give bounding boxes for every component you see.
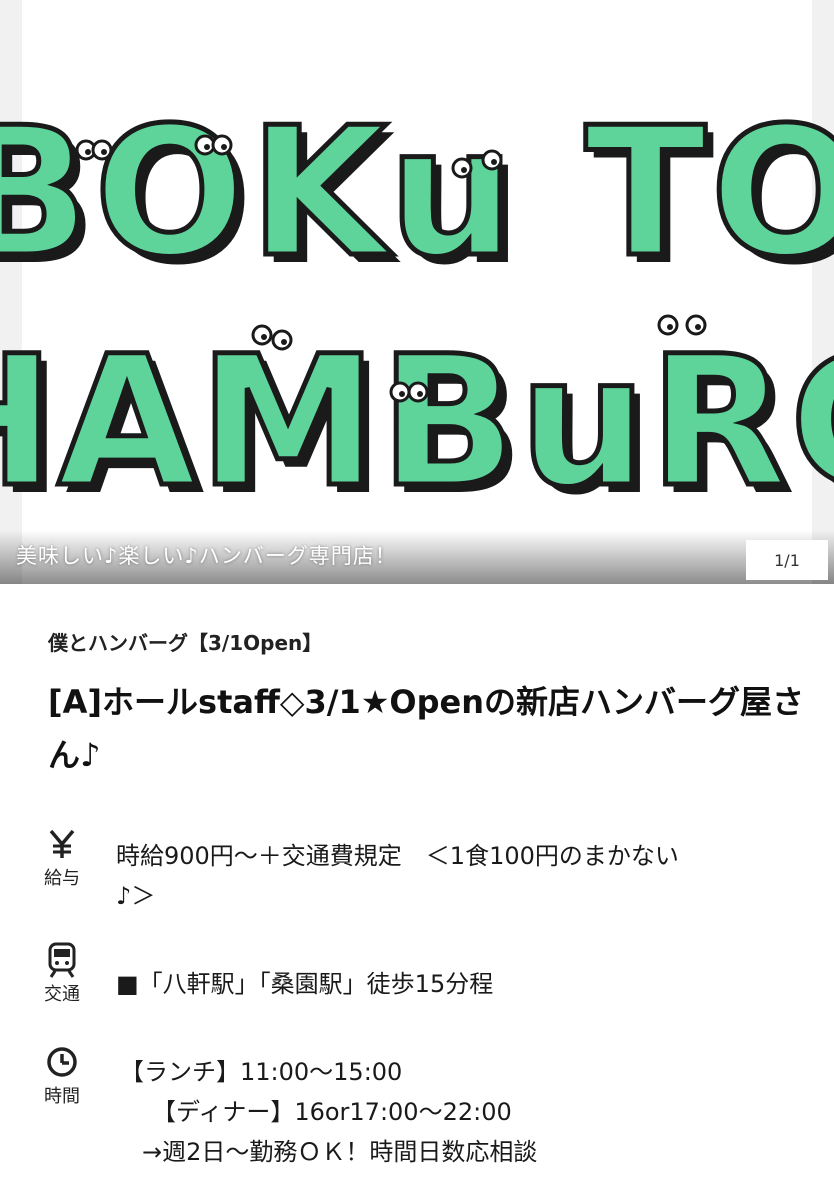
salary-line2: ♪＞ <box>116 882 156 910</box>
hero-image[interactable]: BOKu TO BOKu TO HAMBuRG HAMBuRG 美味しい♪楽し <box>0 0 834 584</box>
logo-line2: HAMBuRG <box>0 318 834 527</box>
hours-line3: →週2日～勤務ＯＫ！時間日数応相談 <box>142 1138 538 1166</box>
hours-line2: 【ディナー】16or17:00～22:00 <box>152 1098 512 1126</box>
clock-icon <box>46 1044 78 1080</box>
hours-label: 時間 <box>44 1086 80 1107</box>
hours-line1: 【ランチ】11:00～15:00 <box>120 1058 403 1086</box>
salary-label: 給与 <box>44 868 80 889</box>
job-title[interactable]: [A]ホールstaff◇3/1★Openの新店ハンバーグ屋さん♪ <box>48 676 808 782</box>
train-icon <box>47 942 77 978</box>
access-label: 交通 <box>44 984 80 1005</box>
shop-name[interactable]: 僕とハンバーグ【3/1Open】 <box>48 627 322 656</box>
yen-icon <box>48 826 76 862</box>
image-counter: 1/1 <box>746 540 828 580</box>
hours-icon-block: 時間 <box>34 1044 90 1108</box>
salary-line1: 時給900円～＋交通費規定 ＜1食100円のまかない <box>116 842 679 870</box>
logo-line1: BOKu TO <box>0 89 834 296</box>
access-icon-block: 交通 <box>34 942 90 1006</box>
boku-to-hamburg-logo: BOKu TO BOKu TO HAMBuRG HAMBuRG <box>0 87 834 536</box>
access-value: ■「八軒駅」「桑園駅」徒歩15分程 <box>116 970 494 998</box>
salary-icon-block: 給与 <box>34 826 90 890</box>
hero-caption: 美味しい♪楽しい♪ハンバーグ専門店！ <box>16 544 397 568</box>
